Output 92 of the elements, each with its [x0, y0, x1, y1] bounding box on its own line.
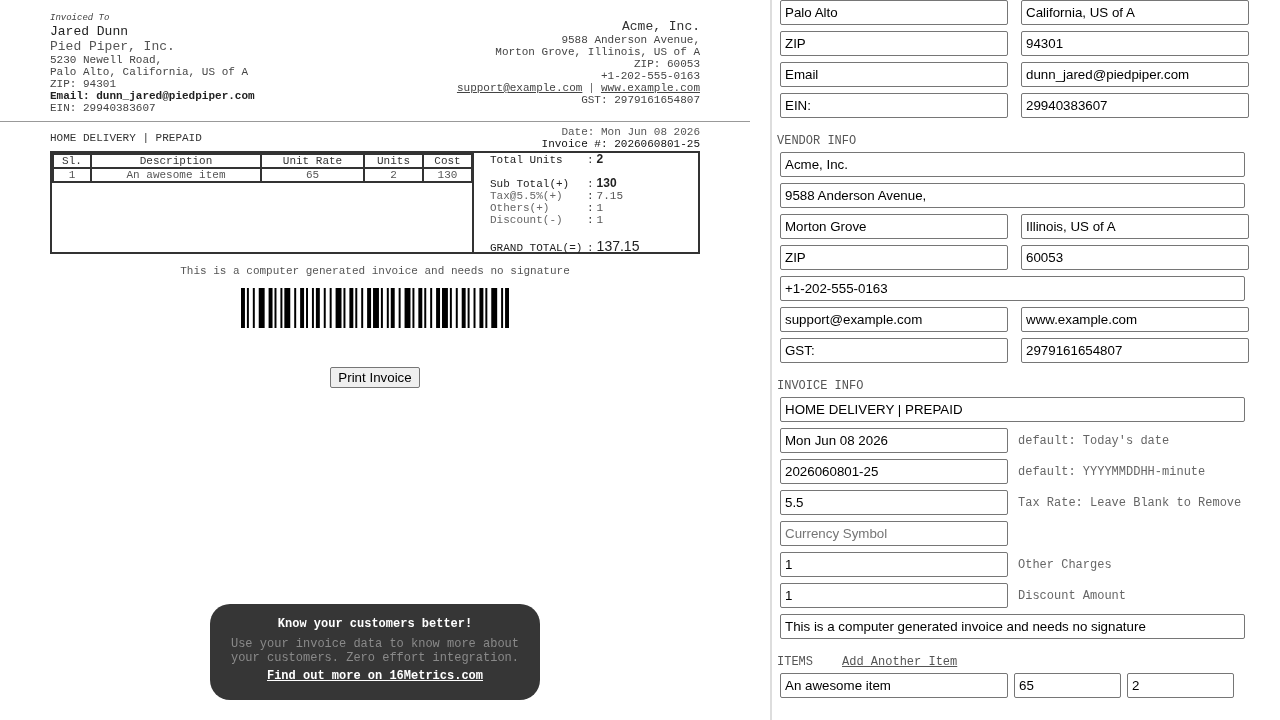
delivery-text: HOME DELIVERY | PREPAID — [50, 132, 202, 144]
field-hint: Tax Rate: Leave Blank to Remove — [1018, 495, 1242, 510]
tax-id-line: GST: 2979161654807 — [581, 94, 700, 106]
input-field[interactable]: 29940383607 — [1021, 93, 1249, 118]
summary-value: 137.15 — [596, 238, 640, 254]
input-field[interactable]: Mon Jun 08 2026 — [780, 428, 1008, 453]
separator-text: | — [588, 82, 595, 94]
address-line: EIN: 29940383607 — [50, 102, 156, 114]
address-line: 9588 Anderson Avenue, — [561, 34, 700, 46]
email-line: Email: dunn_jared@piedpiper.com — [50, 90, 255, 102]
table-cell: 1 — [53, 168, 91, 182]
column-header: Description — [91, 154, 261, 168]
field-hint: Discount Amount — [1018, 588, 1127, 603]
address-line: Palo Alto, California, US of A — [50, 66, 249, 78]
field-hint: Other Charges — [1018, 557, 1112, 572]
input-field[interactable]: ZIP — [780, 245, 1008, 270]
input-field[interactable]: 65 — [1014, 673, 1121, 698]
invoice-date: Date: Mon Jun 08 2026 — [561, 126, 700, 138]
input-field[interactable]: 2979161654807 — [1021, 338, 1249, 363]
address-line: ZIP: 60053 — [634, 58, 700, 70]
section-heading: VENDOR INFO — [777, 135, 857, 147]
summary-label: Sub Total(+) — [490, 178, 571, 190]
customer-name: Jared Dunn — [50, 24, 128, 39]
separator-text: : — [587, 214, 594, 226]
column-header: Sl. — [53, 154, 91, 168]
table-cell: 65 — [261, 168, 364, 182]
input-field[interactable]: 2026060801-25 — [780, 459, 1008, 484]
separator-text: : — [587, 241, 594, 256]
input-field[interactable]: dunn_jared@piedpiper.com — [1021, 62, 1249, 87]
section-caption: Invoiced To — [50, 12, 110, 24]
input-field[interactable]: This is a computer generated invoice and needs no signature — [780, 614, 1245, 639]
input-field[interactable]: California, US of A — [1021, 0, 1249, 25]
summary-value: 2 — [596, 153, 604, 165]
input-field[interactable]: Illinois, US of A — [1021, 214, 1249, 239]
input-field[interactable]: 2 — [1127, 673, 1234, 698]
column-header: Cost — [423, 154, 472, 168]
input-field[interactable]: 60053 — [1021, 245, 1249, 270]
summary-label: GRAND TOTAL(=) — [490, 241, 584, 256]
vendor-name: Acme, Inc. — [622, 19, 700, 34]
table-cell: 2 — [364, 168, 423, 182]
input-field[interactable]: Currency Symbol — [780, 521, 1008, 546]
table-cell: 130 — [423, 168, 472, 182]
section-heading: ITEMS — [777, 656, 813, 668]
separator-text: : — [587, 178, 594, 190]
text-link[interactable]: www.example.com — [600, 82, 700, 94]
summary-value: 1 — [596, 202, 604, 214]
input-field[interactable]: 1 — [780, 583, 1008, 608]
summary-value: 7.15 — [596, 190, 623, 202]
promo-text: Use your invoice data to know more about your customers. Zero effort integration. — [229, 637, 520, 665]
input-field[interactable]: www.example.com — [1021, 307, 1249, 332]
column-header: Units — [364, 154, 423, 168]
field-hint: default: Today's date — [1018, 433, 1170, 448]
input-field[interactable]: ZIP — [780, 31, 1008, 56]
address-line: ZIP: 94301 — [50, 78, 116, 90]
input-field[interactable]: 94301 — [1021, 31, 1249, 56]
invoice-number: Invoice #: 2026060801-25 — [541, 138, 700, 150]
summary-value: 130 — [596, 177, 617, 189]
input-field[interactable]: 1 — [780, 552, 1008, 577]
input-field[interactable]: HOME DELIVERY | PREPAID — [780, 397, 1245, 422]
summary-label: Total Units — [490, 154, 564, 166]
company-name: Pied Piper, Inc. — [50, 39, 175, 54]
print-button[interactable]: Print Invoice — [330, 367, 420, 388]
separator-text: : — [587, 202, 594, 214]
input-field[interactable]: Acme, Inc. — [780, 152, 1245, 177]
separator-text: : — [587, 154, 594, 166]
summary-label: Tax@5.5%(+) — [490, 190, 564, 202]
input-field[interactable]: Email — [780, 62, 1008, 87]
input-field[interactable]: support@example.com — [780, 307, 1008, 332]
field-hint: default: YYYYMMDDHH-minute — [1018, 464, 1206, 479]
input-field[interactable]: Morton Grove — [780, 214, 1008, 239]
summary-label: Discount(-) — [490, 214, 564, 226]
input-field[interactable]: Palo Alto — [780, 0, 1008, 25]
add-item-link[interactable]: Add Another Item — [842, 656, 958, 668]
input-field[interactable]: 9588 Anderson Avenue, — [780, 183, 1245, 208]
footer-note: This is a computer generated invoice and needs no signature — [180, 265, 570, 277]
address-line: +1-202-555-0163 — [600, 70, 700, 82]
summary-value: 1 — [596, 214, 604, 226]
address-line: Morton Grove, Illinois, US of A — [495, 46, 700, 58]
promo-title: Know your customers better! — [277, 618, 473, 631]
input-field[interactable]: An awesome item — [780, 673, 1008, 698]
address-line: 5230 Newell Road, — [50, 54, 163, 66]
section-heading: INVOICE INFO — [777, 380, 864, 392]
column-header: Unit Rate — [261, 154, 364, 168]
separator-text: : — [587, 190, 594, 202]
text-link[interactable]: support@example.com — [456, 82, 583, 94]
input-field[interactable]: +1-202-555-0163 — [780, 276, 1245, 301]
input-field[interactable]: GST: — [780, 338, 1008, 363]
table-cell: An awesome item — [91, 168, 261, 182]
input-field[interactable]: EIN: — [780, 93, 1008, 118]
promo-link[interactable]: Find out more on 16Metrics.com — [266, 670, 483, 683]
summary-label: Others(+) — [490, 202, 551, 214]
input-field[interactable]: 5.5 — [780, 490, 1008, 515]
